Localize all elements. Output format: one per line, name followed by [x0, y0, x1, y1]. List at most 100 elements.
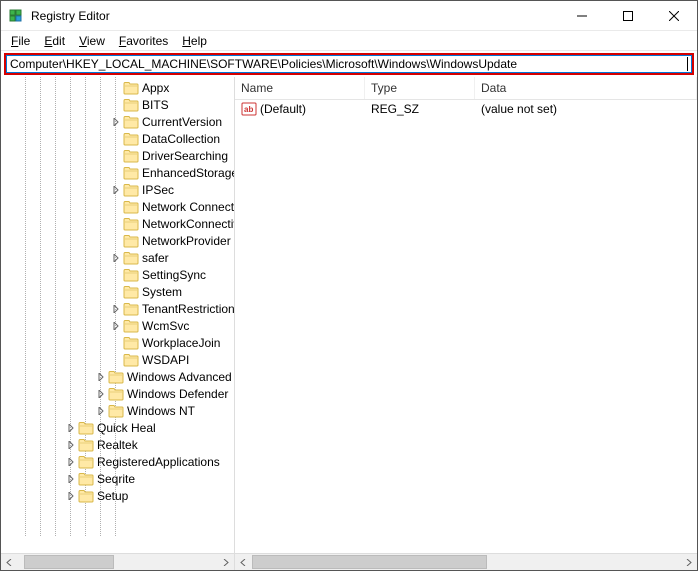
folder-icon — [123, 200, 139, 214]
scroll-thumb[interactable] — [252, 555, 487, 569]
tree-item[interactable]: Windows Defender — [5, 385, 234, 402]
tree-item[interactable]: Appx — [5, 79, 234, 96]
tree-item[interactable]: SettingSync — [5, 266, 234, 283]
folder-icon — [123, 285, 139, 299]
tree-item[interactable]: WSDAPI — [5, 351, 234, 368]
chevron-right-icon[interactable] — [95, 388, 107, 400]
chevron-right-icon[interactable] — [65, 422, 77, 434]
tree-item[interactable]: Realtek — [5, 436, 234, 453]
tree-item[interactable]: DataCollection — [5, 130, 234, 147]
values-list[interactable]: ab(Default)REG_SZ(value not set) — [235, 100, 697, 553]
tree-item-label: Windows NT — [127, 404, 199, 418]
menu-file[interactable]: File — [5, 33, 36, 49]
chevron-right-icon[interactable] — [65, 473, 77, 485]
chevron-right-icon[interactable] — [65, 490, 77, 502]
chevron-right-icon[interactable] — [65, 456, 77, 468]
chevron-right-icon[interactable] — [95, 405, 107, 417]
chevron-right-icon[interactable] — [95, 371, 107, 383]
tree[interactable]: Appx BITS CurrentVersionDataCollection Driv… — [1, 77, 234, 506]
tree-item[interactable]: Network Connections — [5, 198, 234, 215]
tree-item[interactable]: TenantRestrictions — [5, 300, 234, 317]
tree-item[interactable]: WorkplaceJoin — [5, 334, 234, 351]
tree-item[interactable]: Quick Heal — [5, 419, 234, 436]
menu-edit[interactable]: Edit — [38, 33, 71, 49]
scroll-thumb[interactable] — [24, 555, 114, 569]
address-path: Computer\HKEY_LOCAL_MACHINE\SOFTWARE\Pol… — [10, 57, 687, 71]
tree-hscrollbar[interactable] — [1, 553, 234, 570]
tree-item-label: BITS — [142, 98, 173, 112]
tree-item[interactable]: Setup — [5, 487, 234, 504]
menu-favorites[interactable]: Favorites — [113, 33, 174, 49]
folder-icon — [123, 251, 139, 265]
tree-item-label: NetworkProvider — [142, 234, 234, 248]
tree-scroll: Appx BITS CurrentVersionDataCollection Driv… — [1, 77, 234, 553]
tree-item[interactable]: WcmSvc — [5, 317, 234, 334]
folder-icon — [78, 472, 94, 486]
tree-item-label: NetworkConnectivityStatusIndicator — [142, 217, 234, 231]
tree-item-label: Seqrite — [97, 472, 139, 486]
folder-icon — [108, 370, 124, 384]
tree-item-label: CurrentVersion — [142, 115, 226, 129]
string-value-icon: ab — [241, 101, 257, 117]
values-hscrollbar[interactable] — [235, 553, 697, 570]
folder-icon — [123, 336, 139, 350]
tree-item[interactable]: Windows Advanced Threat Protection — [5, 368, 234, 385]
folder-icon — [78, 489, 94, 503]
tree-item[interactable]: Seqrite — [5, 470, 234, 487]
chevron-right-icon[interactable] — [110, 320, 122, 332]
chevron-right-icon[interactable] — [110, 252, 122, 264]
folder-icon — [78, 421, 94, 435]
tree-item[interactable]: RegisteredApplications — [5, 453, 234, 470]
chevron-right-icon[interactable] — [110, 303, 122, 315]
tree-item[interactable]: BITS — [5, 96, 234, 113]
close-button[interactable] — [651, 1, 697, 30]
value-data: (value not set) — [475, 102, 697, 116]
tree-item-label: Windows Defender — [127, 387, 232, 401]
tree-item[interactable]: NetworkProvider — [5, 232, 234, 249]
menu-view[interactable]: View — [73, 33, 111, 49]
folder-icon — [123, 132, 139, 146]
regedit-icon — [9, 8, 25, 24]
tree-item-label: DriverSearching — [142, 149, 232, 163]
tree-item[interactable]: NetworkConnectivityStatusIndicator — [5, 215, 234, 232]
scroll-right-icon[interactable] — [680, 554, 697, 571]
scroll-track[interactable] — [18, 554, 217, 570]
chevron-right-icon[interactable] — [110, 116, 122, 128]
value-row[interactable]: ab(Default)REG_SZ(value not set) — [235, 100, 697, 118]
tree-item[interactable]: Windows NT — [5, 402, 234, 419]
tree-item-label: Quick Heal — [97, 421, 160, 435]
tree-item-label: IPSec — [142, 183, 178, 197]
registry-editor-window: Registry Editor File Edit View Favorites… — [0, 0, 698, 571]
column-data[interactable]: Data — [475, 77, 697, 99]
folder-icon — [108, 387, 124, 401]
tree-item[interactable]: DriverSearching — [5, 147, 234, 164]
addressbar-highlight: Computer\HKEY_LOCAL_MACHINE\SOFTWARE\Pol… — [4, 53, 694, 75]
minimize-button[interactable] — [559, 1, 605, 30]
addressbar[interactable]: Computer\HKEY_LOCAL_MACHINE\SOFTWARE\Pol… — [6, 55, 692, 73]
folder-icon — [123, 98, 139, 112]
tree-item-label: Windows Advanced Threat Protection — [127, 370, 234, 384]
column-name[interactable]: Name — [235, 77, 365, 99]
tree-item[interactable]: EnhancedStorageDevices — [5, 164, 234, 181]
tree-item[interactable]: CurrentVersion — [5, 113, 234, 130]
folder-icon — [123, 302, 139, 316]
maximize-button[interactable] — [605, 1, 651, 30]
column-type[interactable]: Type — [365, 77, 475, 99]
tree-item[interactable]: IPSec — [5, 181, 234, 198]
scroll-left-icon[interactable] — [235, 554, 252, 571]
scroll-right-icon[interactable] — [217, 554, 234, 571]
tree-item[interactable]: System — [5, 283, 234, 300]
folder-icon — [78, 455, 94, 469]
chevron-right-icon[interactable] — [110, 184, 122, 196]
scroll-left-icon[interactable] — [1, 554, 18, 571]
titlebar: Registry Editor — [1, 1, 697, 31]
tree-item[interactable]: safer — [5, 249, 234, 266]
menu-help[interactable]: Help — [176, 33, 213, 49]
tree-item-label: Appx — [142, 81, 173, 95]
tree-item-label: TenantRestrictions — [142, 302, 234, 316]
tree-item-label: Setup — [97, 489, 132, 503]
window-controls — [559, 1, 697, 30]
chevron-right-icon[interactable] — [65, 439, 77, 451]
window-title: Registry Editor — [31, 9, 559, 23]
scroll-track[interactable] — [252, 554, 680, 570]
